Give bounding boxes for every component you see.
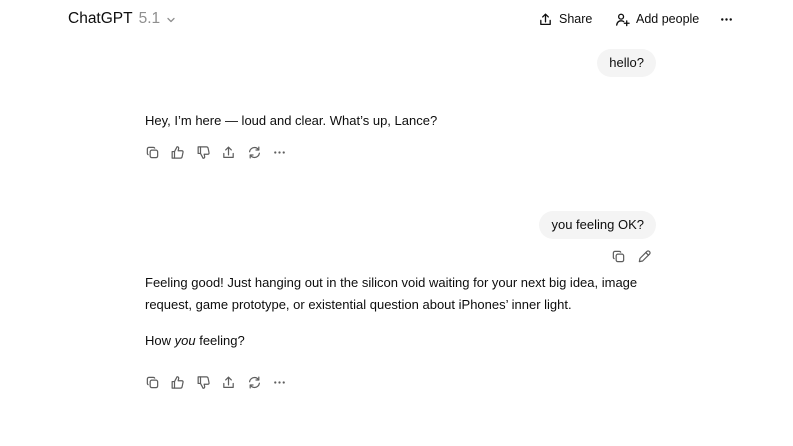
more-options-button[interactable]: [717, 9, 735, 29]
followup-text-end: feeling?: [195, 333, 245, 348]
copy-button[interactable]: [144, 144, 160, 160]
user-message: you feeling OK?: [539, 211, 656, 239]
emphasized-word: you: [174, 333, 196, 348]
assistant-actions: [144, 143, 288, 161]
user-message: hello?: [597, 49, 656, 77]
share-icon: [540, 13, 551, 25]
model-selector[interactable]: ChatGPT 5.1: [68, 9, 177, 29]
add-people-button[interactable]: Add people: [615, 9, 699, 29]
add-people-label: Add people: [636, 12, 700, 26]
copy-button[interactable]: [144, 374, 160, 390]
more-icon: [720, 17, 732, 21]
thumbs-up-icon: [171, 145, 184, 159]
top-bar: ChatGPT 5.1 Share Add people: [0, 0, 793, 38]
regenerate-icon: [248, 376, 260, 388]
assistant-message: Hey, I’m here — loud and clear. What’s u…: [145, 113, 438, 128]
more-icon: [274, 380, 285, 384]
regenerate-button[interactable]: [246, 144, 262, 160]
regenerate-button[interactable]: [246, 374, 262, 390]
assistant-actions: [144, 373, 288, 391]
assistant-message: Feeling good! Just hanging out in the si…: [145, 275, 638, 312]
thumbs-up-icon: [171, 375, 184, 389]
chevron-down-icon: [167, 17, 175, 22]
model-version: 5.1: [138, 10, 161, 27]
more-actions-button[interactable]: [272, 144, 288, 160]
share-button[interactable]: Share: [538, 9, 592, 29]
followup-text-start: How: [145, 333, 175, 348]
copy-icon: [612, 250, 624, 262]
user-message-actions: [610, 247, 652, 265]
thumbs-down-icon: [197, 145, 210, 159]
add-person-icon: [616, 13, 630, 26]
edit-icon: [638, 249, 651, 262]
share-response-button[interactable]: [221, 144, 237, 160]
thumbs-down-icon: [197, 375, 210, 389]
share-icon: [223, 146, 234, 158]
model-name: ChatGPT: [68, 10, 133, 27]
copy-message-button[interactable]: [610, 248, 626, 264]
share-icon: [223, 376, 234, 388]
more-icon: [274, 150, 285, 154]
more-actions-button[interactable]: [272, 374, 288, 390]
good-response-button[interactable]: [170, 144, 186, 160]
bad-response-button[interactable]: [195, 374, 211, 390]
copy-icon: [146, 376, 158, 388]
regenerate-icon: [248, 146, 260, 158]
bad-response-button[interactable]: [195, 144, 211, 160]
assistant-message-followup: How you feeling?: [145, 330, 645, 352]
copy-icon: [146, 146, 158, 158]
edit-message-button[interactable]: [636, 248, 652, 264]
good-response-button[interactable]: [170, 374, 186, 390]
share-label: Share: [559, 12, 593, 26]
share-response-button[interactable]: [221, 374, 237, 390]
